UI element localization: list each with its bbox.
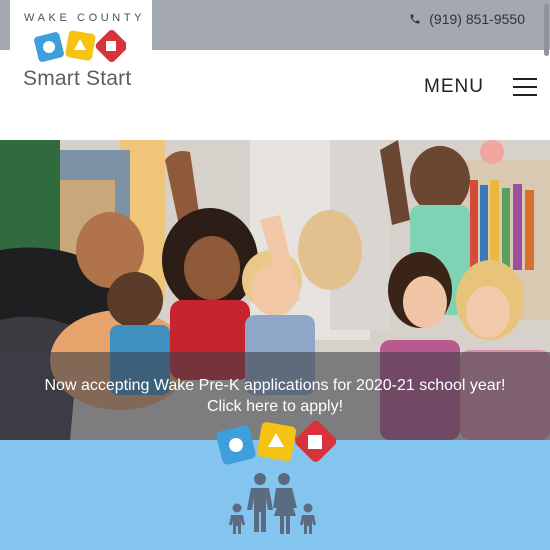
logo-county-text: WAKE COUNTY: [24, 12, 146, 24]
scrollbar[interactable]: [544, 4, 549, 56]
hamburger-icon[interactable]: [513, 78, 537, 96]
phone-number: (919) 851-9550: [429, 11, 525, 27]
announcement-text: Now accepting Wake Pre-K applications fo…: [44, 377, 506, 394]
menu-button[interactable]: MENU: [424, 76, 484, 98]
logo-brand-text: Smart Start: [23, 67, 132, 90]
phone-icon: [410, 14, 420, 24]
hero-banner[interactable]: Now accepting Wake Pre-K applications fo…: [0, 140, 550, 440]
apply-link[interactable]: Click here to apply!: [207, 396, 343, 417]
site-logo[interactable]: WAKE COUNTY Smart Start: [10, 0, 152, 100]
family-icon: [229, 473, 316, 534]
phone-link[interactable]: (919) 851-9550: [409, 10, 525, 28]
logo-shapes-icon: [216, 420, 336, 465]
logo-shapes-icon: [34, 29, 126, 63]
